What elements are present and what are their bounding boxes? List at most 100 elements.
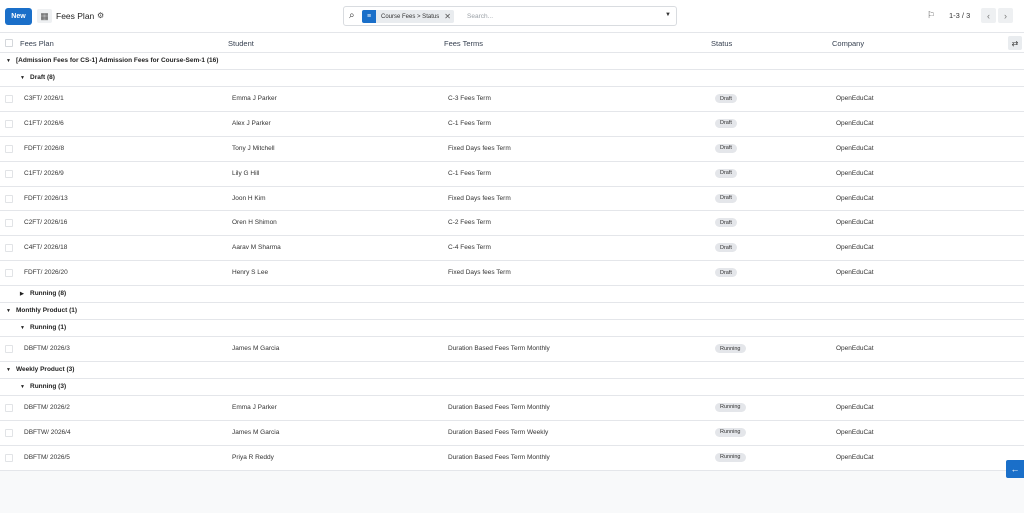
fees-terms-cell: C-1 Fees Term (448, 119, 491, 127)
company-cell: OpenEduCat (836, 453, 874, 461)
control-panel: New ▦ Fees Plan ⚙ ⌕ ≡ Course Fees > Stat… (0, 0, 1024, 32)
status-badge: Running (715, 427, 746, 437)
fees-terms-cell: Fixed Days fees Term (448, 269, 511, 277)
fees-plan-cell: C3FT/ 2026/1 (24, 95, 64, 102)
row-checkbox[interactable] (5, 144, 13, 153)
table-row[interactable]: DBFTW/ 2026/4 James M Garcia Duration Base… (0, 420, 1024, 446)
column-header-company[interactable]: Company (832, 39, 864, 48)
remove-facet-icon[interactable]: ✕ (444, 10, 454, 23)
row-checkbox[interactable] (5, 169, 13, 178)
search-input[interactable] (467, 10, 647, 22)
status-badge: Draft (715, 168, 737, 178)
optional-columns-icon[interactable]: ⇄ (1008, 36, 1022, 50)
caret-down-icon: ▼ (6, 308, 11, 314)
new-button[interactable]: New (5, 8, 32, 25)
subgroup-row[interactable]: ▼ Running (3) (0, 378, 1024, 396)
favorites-icon[interactable]: ⚐ (927, 10, 935, 21)
select-all-checkbox[interactable] (5, 39, 13, 47)
row-checkbox[interactable] (5, 119, 13, 128)
group-row[interactable]: ▼ Monthly Product (1) (0, 303, 1024, 320)
row-checkbox[interactable] (5, 453, 13, 462)
fees-plan-cell: DBFTW/ 2026/4 (24, 428, 71, 436)
chatter-toggle-icon[interactable]: ← (1006, 460, 1024, 478)
table-row[interactable]: FDFT/ 2026/13 Joon H Kim Fixed Days fees T… (0, 186, 1024, 212)
subgroup-row[interactable]: ▶ Running (8) (0, 286, 1024, 303)
table-row[interactable]: DBFTM/ 2026/3 James M Garcia Duration Base… (0, 337, 1024, 362)
pager-next-button[interactable]: › (998, 8, 1013, 23)
fees-terms-cell: Fixed Days fees Term (448, 194, 511, 202)
group-label: [Admission Fees for CS-1] Admission Fees… (16, 57, 219, 64)
company-cell: OpenEduCat (836, 403, 874, 411)
search-options-toggle-icon[interactable]: ▼ (665, 12, 671, 18)
table-row[interactable]: FDFT/ 2026/20 Henry S Lee Fixed Days fees … (0, 261, 1024, 286)
caret-down-icon: ▼ (20, 75, 25, 81)
subgroup-label: Running (8) (30, 290, 67, 297)
group-row[interactable]: ▼ Weekly Product (3) (0, 361, 1024, 379)
gear-icon[interactable]: ⚙ (97, 11, 104, 20)
company-cell: OpenEduCat (836, 194, 874, 202)
subgroup-row[interactable]: ▼ Running (1) (0, 320, 1024, 337)
column-header-fees-terms[interactable]: Fees Terms (444, 39, 483, 48)
student-cell: Joon H Kim (232, 194, 266, 202)
fees-plan-cell: FDFT/ 2026/13 (24, 194, 68, 202)
fees-plan-cell: DBFTM/ 2026/5 (24, 453, 70, 461)
table-row[interactable]: FDFT/ 2026/8 Tony J Mitchell Fixed Days fe… (0, 136, 1024, 162)
list-header: Fees Plan Student Fees Terms Status Comp… (0, 32, 1024, 53)
row-checkbox[interactable] (5, 403, 13, 412)
student-cell: Emma J Parker (232, 403, 277, 411)
subgroup-label: Running (1) (30, 324, 67, 331)
group-by-icon: ≡ (362, 10, 376, 23)
student-cell: James M Garcia (232, 345, 280, 352)
row-checkbox[interactable] (5, 428, 13, 437)
status-badge: Running (715, 344, 746, 353)
table-row[interactable]: C1FT/ 2026/9 Lily G Hill C-1 Fees Term Open… (0, 161, 1024, 187)
column-header-fees-plan[interactable]: Fees Plan (20, 39, 54, 48)
row-checkbox[interactable] (5, 345, 13, 353)
row-checkbox[interactable] (5, 194, 13, 203)
student-cell: Aarav M Sharma (232, 244, 281, 252)
company-cell: OpenEduCat (836, 345, 874, 352)
fees-terms-cell: C-1 Fees Term (448, 169, 491, 177)
status-badge: Draft (715, 94, 737, 103)
row-checkbox[interactable] (5, 269, 13, 278)
row-checkbox[interactable] (5, 219, 13, 228)
fees-terms-cell: C-4 Fees Term (448, 244, 491, 252)
table-row[interactable]: DBFTM/ 2026/5 Priya R Reddy Duration Based… (0, 445, 1024, 471)
fees-plan-cell: C1FT/ 2026/9 (24, 169, 64, 177)
table-row[interactable]: C3FT/ 2026/1 Emma J Parker C-3 Fees Term Op… (0, 87, 1024, 112)
table-row[interactable]: C1FT/ 2026/6 Alex J Parker C-1 Fees Term Op… (0, 111, 1024, 137)
facet-label: Course Fees > Status (381, 13, 440, 20)
fees-plan-cell: DBFTM/ 2026/3 (24, 345, 70, 352)
fees-plan-cell: C1FT/ 2026/6 (24, 119, 64, 127)
row-checkbox[interactable] (5, 95, 13, 103)
subgroup-row[interactable]: ▼ Draft (8) (0, 70, 1024, 87)
fees-plan-cell: C2FT/ 2026/16 (24, 219, 68, 227)
fees-terms-cell: C-2 Fees Term (448, 219, 491, 227)
fees-plan-list: Fees Plan Student Fees Terms Status Comp… (0, 32, 1024, 471)
pager-value[interactable]: 1-3 / 3 (949, 11, 970, 20)
column-header-student[interactable]: Student (228, 39, 254, 48)
subgroup-label: Running (3) (30, 382, 67, 390)
subgroup-label: Draft (8) (30, 74, 55, 81)
row-checkbox[interactable] (5, 244, 13, 253)
status-badge: Draft (715, 193, 737, 203)
search-facet: ≡ Course Fees > Status ✕ (362, 10, 454, 23)
table-row[interactable]: C2FT/ 2026/16 Oren H Shimon C-2 Fees Term O… (0, 211, 1024, 237)
list-view-icon[interactable]: ▦ (37, 9, 52, 23)
student-cell: Oren H Shimon (232, 219, 277, 227)
fees-terms-cell: Duration Based Fees Term Monthly (448, 345, 550, 352)
group-row[interactable]: ▼ [Admission Fees for CS-1] Admission Fee… (0, 53, 1024, 70)
table-row[interactable]: C4FT/ 2026/18 Aarav M Sharma C-4 Fees Term… (0, 236, 1024, 262)
student-cell: Tony J Mitchell (232, 144, 275, 152)
fees-terms-cell: Fixed Days fees Term (448, 144, 511, 152)
student-cell: James M Garcia (232, 428, 280, 436)
company-cell: OpenEduCat (836, 428, 874, 436)
column-header-status[interactable]: Status (711, 39, 732, 48)
fees-plan-cell: DBFTM/ 2026/2 (24, 403, 70, 411)
table-row[interactable]: DBFTM/ 2026/2 Emma J Parker Duration Based… (0, 395, 1024, 421)
pager-previous-button[interactable]: ‹ (981, 8, 996, 23)
company-cell: OpenEduCat (836, 169, 874, 177)
caret-right-icon: ▶ (20, 291, 24, 297)
student-cell: Priya R Reddy (232, 453, 274, 461)
search-icon[interactable]: ⌕ (349, 10, 355, 21)
